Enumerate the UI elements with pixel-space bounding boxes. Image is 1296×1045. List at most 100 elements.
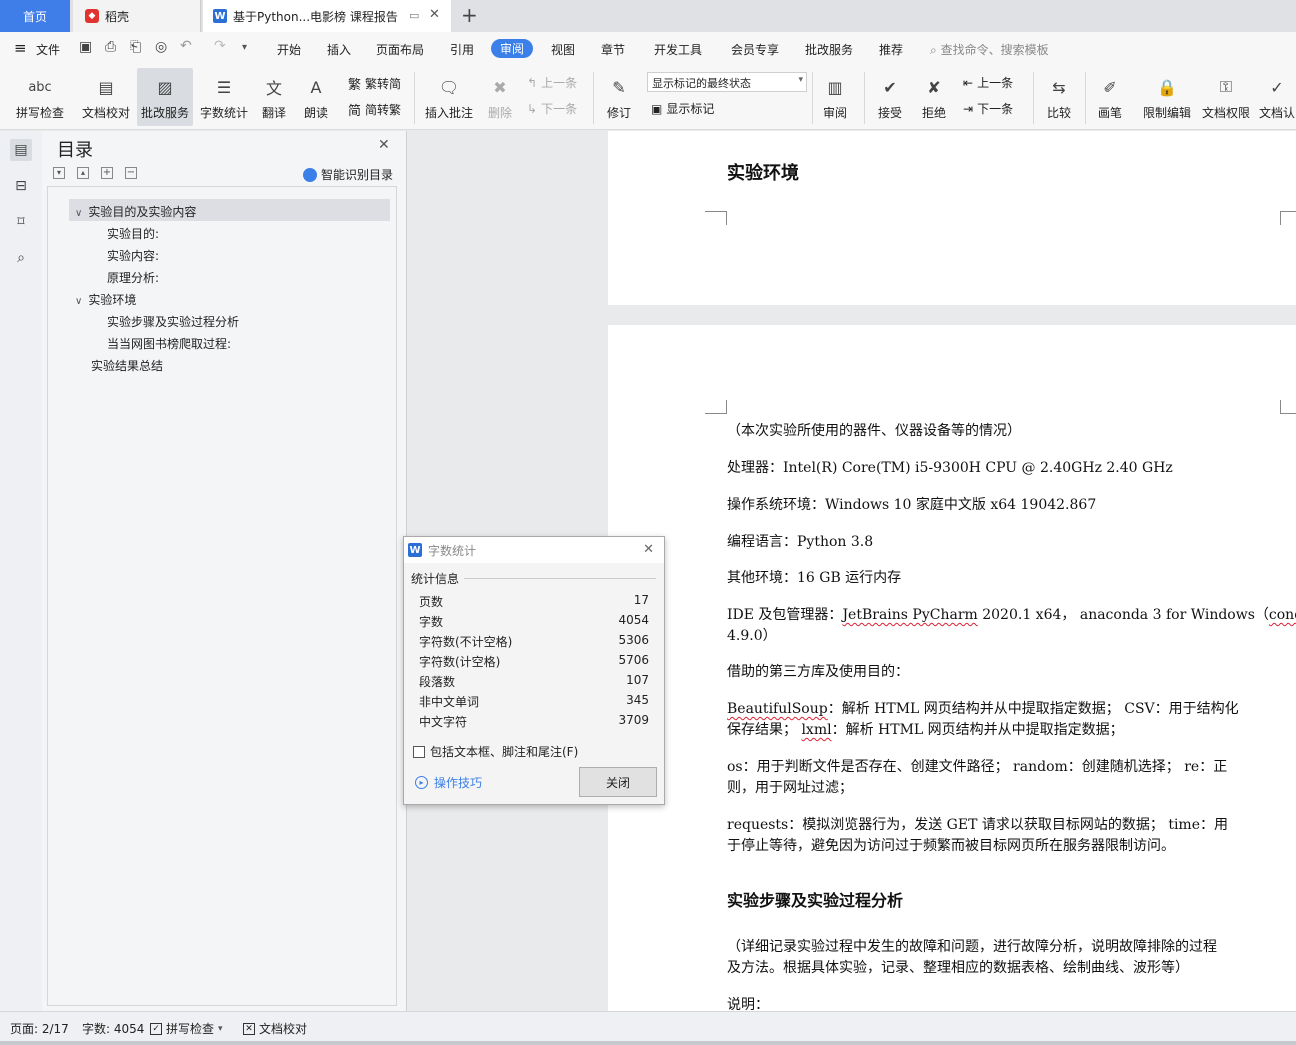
search-icon: ⌕ [930,43,937,57]
toc-item-summary[interactable]: 实验结果总结 [91,357,163,374]
markup-state-select[interactable]: 显示标记的最终状态 ▾ [647,72,807,92]
close-button[interactable]: 关闭 [579,767,657,797]
reject-button[interactable]: ✘ 拒绝 [915,68,953,126]
correction-service-button[interactable]: ▨ 批改服务 [137,68,193,126]
next-change-button[interactable]: ⇥ 下一条 [963,100,1013,117]
bookmark-icon[interactable]: ⌑ [10,211,32,233]
tab-close-icon[interactable]: ✕ [429,7,440,22]
prev-comment-button[interactable]: ↰ 上一条 [527,74,577,91]
collapse-minus-icon[interactable]: − [125,167,137,179]
print-preview-icon[interactable]: ◎ [155,39,167,55]
undo-icon[interactable]: ↶ [180,38,192,54]
delete-comment-button[interactable]: ✖ 删除 [481,68,519,126]
stat-label: 字符数(不计空格) [419,635,513,649]
read-aloud-button[interactable]: A 朗读 [298,68,334,126]
save-icon[interactable]: ▣ [79,39,92,55]
menu-page-layout[interactable]: 页面布局 [376,41,424,58]
expand-up-icon[interactable]: ▴ [77,167,89,179]
correction-service-icon: ▨ [157,77,173,97]
redo-icon[interactable]: ↷ [214,38,226,54]
quick-access-dropdown-icon[interactable]: ▾ [242,42,247,53]
prev-change-label: 上一条 [977,76,1014,90]
print-icon[interactable]: ⎗ [130,39,141,55]
menu-references[interactable]: 引用 [450,41,474,58]
page-indicator[interactable]: 页面: 2/17 [10,1020,69,1037]
spellcheck-status[interactable]: ✓ 拼写检查 ▾ [150,1020,223,1037]
next-change-icon: ⇥ [963,101,974,116]
simp-to-trad-button[interactable]: 简 简转繁 [348,100,401,119]
writer-logo-icon: W [213,9,227,23]
para-ide-part: conda [1268,607,1296,623]
heading-steps: 实验步骤及实验过程分析 [727,891,904,910]
stat-chars-with-space: 字符数(计空格) 5706 [419,653,649,670]
tab-document[interactable]: W 基于Python...电影榜 课程报告 ▭ ✕ [203,0,451,32]
toc-panel-icon[interactable]: ▤ [10,139,32,161]
translate-icon: 文 [265,79,282,98]
doc-proof-button[interactable]: ▤ 文档校对 [78,68,134,126]
tips-link[interactable]: ▸ 操作技巧 [415,774,482,791]
new-tab-button[interactable]: + [461,3,478,27]
insert-comment-label: 插入批注 [424,106,473,120]
doc-proof-status[interactable]: ✕ 文档校对 [243,1020,307,1037]
tab-monitor-icon[interactable]: ▭ [409,9,419,22]
stat-non-chinese-words: 非中文单词 345 [419,693,649,710]
toc-item-principle[interactable]: 原理分析: [107,269,159,286]
margin-corner [705,211,727,225]
menu-correction[interactable]: 批改服务 [805,41,853,58]
trad-to-simp-button[interactable]: 繁 繁转简 [348,74,401,93]
dialog-close-icon[interactable]: ✕ [643,542,654,557]
prev-change-button[interactable]: ⇤ 上一条 [963,74,1013,91]
menu-member[interactable]: 会员专享 [731,41,779,58]
toc-item-crawl[interactable]: 当当网图书榜爬取过程: [107,335,231,352]
doc-proof-icon: ▤ [98,77,114,97]
delete-comment-icon: ✖ [493,77,507,97]
menu-developer[interactable]: 开发工具 [654,41,702,58]
spellcheck-button[interactable]: abc 拼写检查 [8,68,72,126]
accept-button[interactable]: ✔ 接受 [871,68,909,126]
pen-button[interactable]: ✐ 画笔 [1092,68,1128,126]
export-icon[interactable]: ⎙ [105,39,116,55]
tab-daoke[interactable]: ◆ 稻壳 [73,0,201,32]
toc-item-steps[interactable]: 实验步骤及实验过程分析 [107,313,239,330]
compare-button[interactable]: ⇆ 比较 [1040,68,1078,126]
navigation-icon[interactable]: ⊟ [10,175,32,197]
restrict-edit-button[interactable]: 🔒 限制编辑 [1140,68,1194,126]
menu-review[interactable]: 审阅 [491,39,534,58]
toc-item-label: 实验结果总结 [91,359,164,373]
simp-to-trad-icon: 简 [348,104,362,119]
translate-button[interactable]: 文 翻译 [256,68,292,126]
review-button[interactable]: ▥ 审阅 [816,68,854,126]
menu-insert[interactable]: 插入 [327,41,351,58]
menu-view[interactable]: 视图 [551,41,575,58]
doc-permission-button[interactable]: ⚿ 文档权限 [1199,68,1253,126]
toc-list: ∨ 实验目的及实验内容 实验目的: 实验内容: 原理分析: ∨ 实验环境 实验步骤及… [47,186,397,1006]
collapse-all-icon[interactable]: ▾ [53,167,65,179]
word-count-indicator[interactable]: 字数: 4054 [82,1020,144,1037]
hamburger-icon[interactable]: ≡ [14,39,27,57]
next-comment-button[interactable]: ↳ 下一条 [527,100,577,117]
word-count-button[interactable]: ☰ 字数统计 [197,68,251,126]
search-icon[interactable]: ⌕ [10,247,32,269]
revise-button[interactable]: ✎ 修订 [600,68,638,126]
toc-item-objectives[interactable]: ∨ 实验目的及实验内容 [75,203,196,220]
menu-start[interactable]: 开始 [277,41,301,58]
toc-item-environment[interactable]: ∨ 实验环境 [75,291,136,308]
insert-comment-button[interactable]: 🗨 插入批注 [421,68,477,126]
toc-item-content[interactable]: 实验内容: [107,247,159,264]
include-textbox-checkbox[interactable]: 包括文本框、脚注和尾注(F) [413,743,578,760]
compare-icon: ⇆ [1052,77,1066,97]
menu-recommend[interactable]: 推荐 [879,41,903,58]
doc-verify-button[interactable]: ✓ 文档认 [1258,68,1296,126]
command-search[interactable]: ⌕ 查找命令、搜索模板 [930,41,1049,58]
menu-file[interactable]: 文件 [36,41,60,58]
review-pane-icon: ▥ [827,77,843,97]
smart-detect-toc-button[interactable]: 智能识别目录 [303,166,393,183]
tab-home[interactable]: 首页 [0,0,70,32]
para-requests-cont: 于停止等待，避免因为访问过于频繁而被目标网页所在服务器限制访问。 [727,838,1175,854]
menu-chapter[interactable]: 章节 [601,41,625,58]
markup-state-value: 显示标记的最终状态 [652,77,751,90]
toc-item-purpose[interactable]: 实验目的: [107,225,159,242]
close-icon[interactable]: ✕ [378,137,390,153]
show-markup-button[interactable]: ▣ 显示标记 [651,100,714,117]
expand-plus-icon[interactable]: + [101,167,113,179]
